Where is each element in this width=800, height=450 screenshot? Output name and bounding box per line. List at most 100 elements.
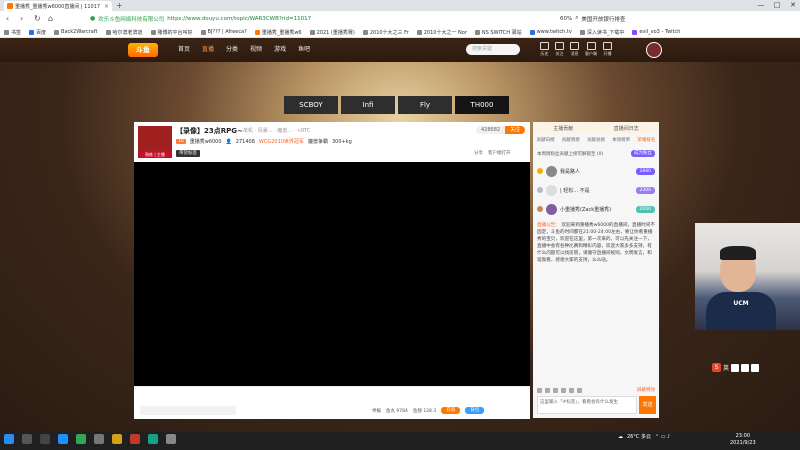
nav-fishbar[interactable]: 鱼吧 (298, 44, 310, 56)
room-log-tab[interactable]: 直播间日志 (614, 125, 639, 132)
ime-tool-icon[interactable] (731, 363, 740, 372)
stream-tag[interactable]: 带货标签 (176, 150, 200, 157)
app-icon[interactable] (130, 434, 140, 444)
share-button[interactable]: 分享 (474, 150, 483, 156)
bookmark-item[interactable]: BJ??? | Afreeca? (200, 29, 247, 35)
zoom-level[interactable]: 60% (560, 16, 572, 22)
stream-category[interactable]: 单机 · 风暴... · 魔兽... · <RTC (243, 127, 310, 134)
reload-icon[interactable]: ↻ (34, 14, 41, 23)
task-view-icon[interactable] (40, 434, 50, 444)
tab-weekly[interactable]: 贡献周榜 (562, 137, 580, 146)
create-icon[interactable]: 开播 (603, 42, 612, 57)
edge-icon[interactable] (58, 434, 68, 444)
fan-badge-icon[interactable] (545, 387, 550, 393)
bookmark-item[interactable]: 赌博的平台叫好 (150, 29, 193, 36)
bookmark-item[interactable]: www.twitch.tv (529, 29, 572, 35)
rank-item[interactable]: 小重播秀(Zack重播秀) 2000 (537, 201, 655, 217)
taskbar-clock[interactable]: 23:00 2021/9/23 (730, 433, 756, 447)
rank-item[interactable]: | 轻松... 不是 2300 (537, 182, 655, 198)
browser-360-icon[interactable] (76, 434, 86, 444)
weather-text[interactable]: 26°C 多云 (627, 433, 651, 440)
bookmark-item[interactable]: 书签 (4, 29, 21, 36)
gift-tray[interactable] (140, 406, 236, 415)
anchor-name[interactable]: 重播秀w6000 (190, 138, 222, 145)
app-icon[interactable] (148, 434, 158, 444)
sogou-ime-icon[interactable]: S (712, 363, 721, 372)
address-bar[interactable]: ● 欢乐斗鱼网络科技有限公司 https://www.douyu.com/top… (90, 13, 530, 24)
bookmark-item[interactable]: 哈尔滨老滨道 (105, 29, 143, 36)
bookmark-item[interactable]: 重播秀_重播秀w6 (254, 29, 302, 36)
app-icon[interactable] (112, 434, 122, 444)
tab-total[interactable]: 贡献总榜 (587, 137, 605, 146)
bookmark-item[interactable]: Back2Warcraft (54, 29, 98, 35)
video-player[interactable] (134, 162, 530, 386)
tray-icons[interactable]: ⌃ ▭ ♪ (655, 434, 670, 440)
user-avatar[interactable] (646, 42, 662, 58)
windows-start-icon[interactable] (4, 434, 14, 444)
douyu-logo[interactable]: 斗鱼 (128, 43, 158, 57)
search-icon[interactable]: ⌕ (575, 15, 578, 22)
send-button[interactable]: 发送 (639, 396, 656, 414)
nav-game[interactable]: 游戏 (274, 44, 286, 56)
contribution-tab[interactable]: 主播贡献 (553, 125, 573, 132)
back-icon[interactable]: ‹ (6, 14, 9, 23)
recharge-button[interactable]: 充值 (441, 407, 461, 414)
tab-scboy[interactable]: SCBOY (284, 96, 338, 114)
rank-item[interactable]: 我是路人 2880 (537, 163, 655, 179)
maximize-button[interactable]: □ (770, 0, 784, 11)
become-fan-button[interactable]: 成为粉丝 (631, 150, 655, 157)
chat-input[interactable]: 这里输入「#标签」，看看会有什么发生 (537, 396, 637, 414)
settings-icon[interactable] (577, 387, 582, 393)
follow-icon[interactable]: 关注 (555, 42, 564, 57)
color-icon[interactable] (561, 387, 566, 393)
history-icon[interactable]: 历史 (540, 42, 549, 57)
follow-button[interactable]: 关注 (505, 126, 526, 134)
search-hint[interactable]: 美国开放银行排查 (581, 15, 625, 23)
barrage-icon[interactable] (553, 387, 558, 393)
emoji-icon[interactable] (537, 387, 542, 393)
backpack-button[interactable]: 背包 (465, 407, 485, 414)
close-tab-icon[interactable]: × (104, 3, 109, 10)
forward-icon[interactable]: › (20, 14, 23, 23)
rank-badge[interactable]: WCG2010世界冠军 (259, 138, 304, 145)
bookmark-item[interactable]: 深入读书_下载中 (579, 29, 624, 36)
bookmark-item[interactable]: NS SWITCH 驿站 (474, 29, 522, 36)
tab-fly[interactable]: Fly (398, 96, 452, 114)
app-icon[interactable] (166, 434, 176, 444)
home-icon[interactable]: ⌂ (48, 14, 53, 23)
ime-tool-icon[interactable] (751, 363, 760, 372)
block-effects-toggle[interactable]: 屏蔽特效 (637, 387, 655, 393)
ime-lang[interactable]: 英 (723, 363, 729, 372)
tab-daily[interactable]: 贡献日榜 (537, 137, 555, 146)
bookmark-item[interactable]: evil_vo3 - Twitch (632, 29, 680, 35)
url-text[interactable]: https://www.douyu.com/topic/WAR3CWB?rid=… (167, 16, 311, 22)
nav-live[interactable]: 直播 (202, 44, 214, 56)
client-open-button[interactable]: 客户端打开 (488, 150, 511, 156)
tab-infi[interactable]: Infi (341, 96, 395, 114)
download-icon[interactable]: 客户端 (585, 42, 597, 57)
tab-honor[interactable]: 荣耀排名 (637, 137, 655, 146)
new-tab-button[interactable]: + (116, 1, 123, 10)
nav-category[interactable]: 分类 (226, 44, 238, 56)
bookmark-item[interactable]: 2010十大之一 Nor (416, 29, 467, 36)
site-search-input[interactable]: 搜索关键 (466, 44, 520, 55)
nav-video[interactable]: 视频 (250, 44, 262, 56)
bookmark-item[interactable]: 百度 (29, 29, 46, 36)
report-button[interactable]: 举报 (372, 408, 381, 414)
close-window-button[interactable]: ✕ (786, 0, 800, 11)
weekly-rank[interactable]: 魔兽争霸 (308, 138, 328, 145)
message-icon[interactable]: 消息 (570, 42, 579, 57)
tab-th000[interactable]: TH000 (455, 96, 509, 114)
crown-silver-icon (537, 187, 543, 193)
nav-home[interactable]: 首页 (178, 44, 190, 56)
tab-session[interactable]: 本场榜单 (612, 137, 630, 146)
gift-icon[interactable] (569, 387, 574, 393)
ime-tool-icon[interactable] (741, 363, 750, 372)
search-icon[interactable] (22, 434, 32, 444)
bookmark-item[interactable]: 2010十大之三 Fr (362, 29, 409, 36)
bookmark-item[interactable]: 2021 (重播秀赛) (309, 29, 355, 36)
minimize-button[interactable]: — (754, 0, 768, 11)
browser-tab[interactable]: 重播秀_重播秀w6000直播间 | 11017 × (4, 1, 112, 11)
settings-icon[interactable] (94, 434, 104, 444)
weather-icon[interactable]: ☁ (618, 434, 623, 440)
